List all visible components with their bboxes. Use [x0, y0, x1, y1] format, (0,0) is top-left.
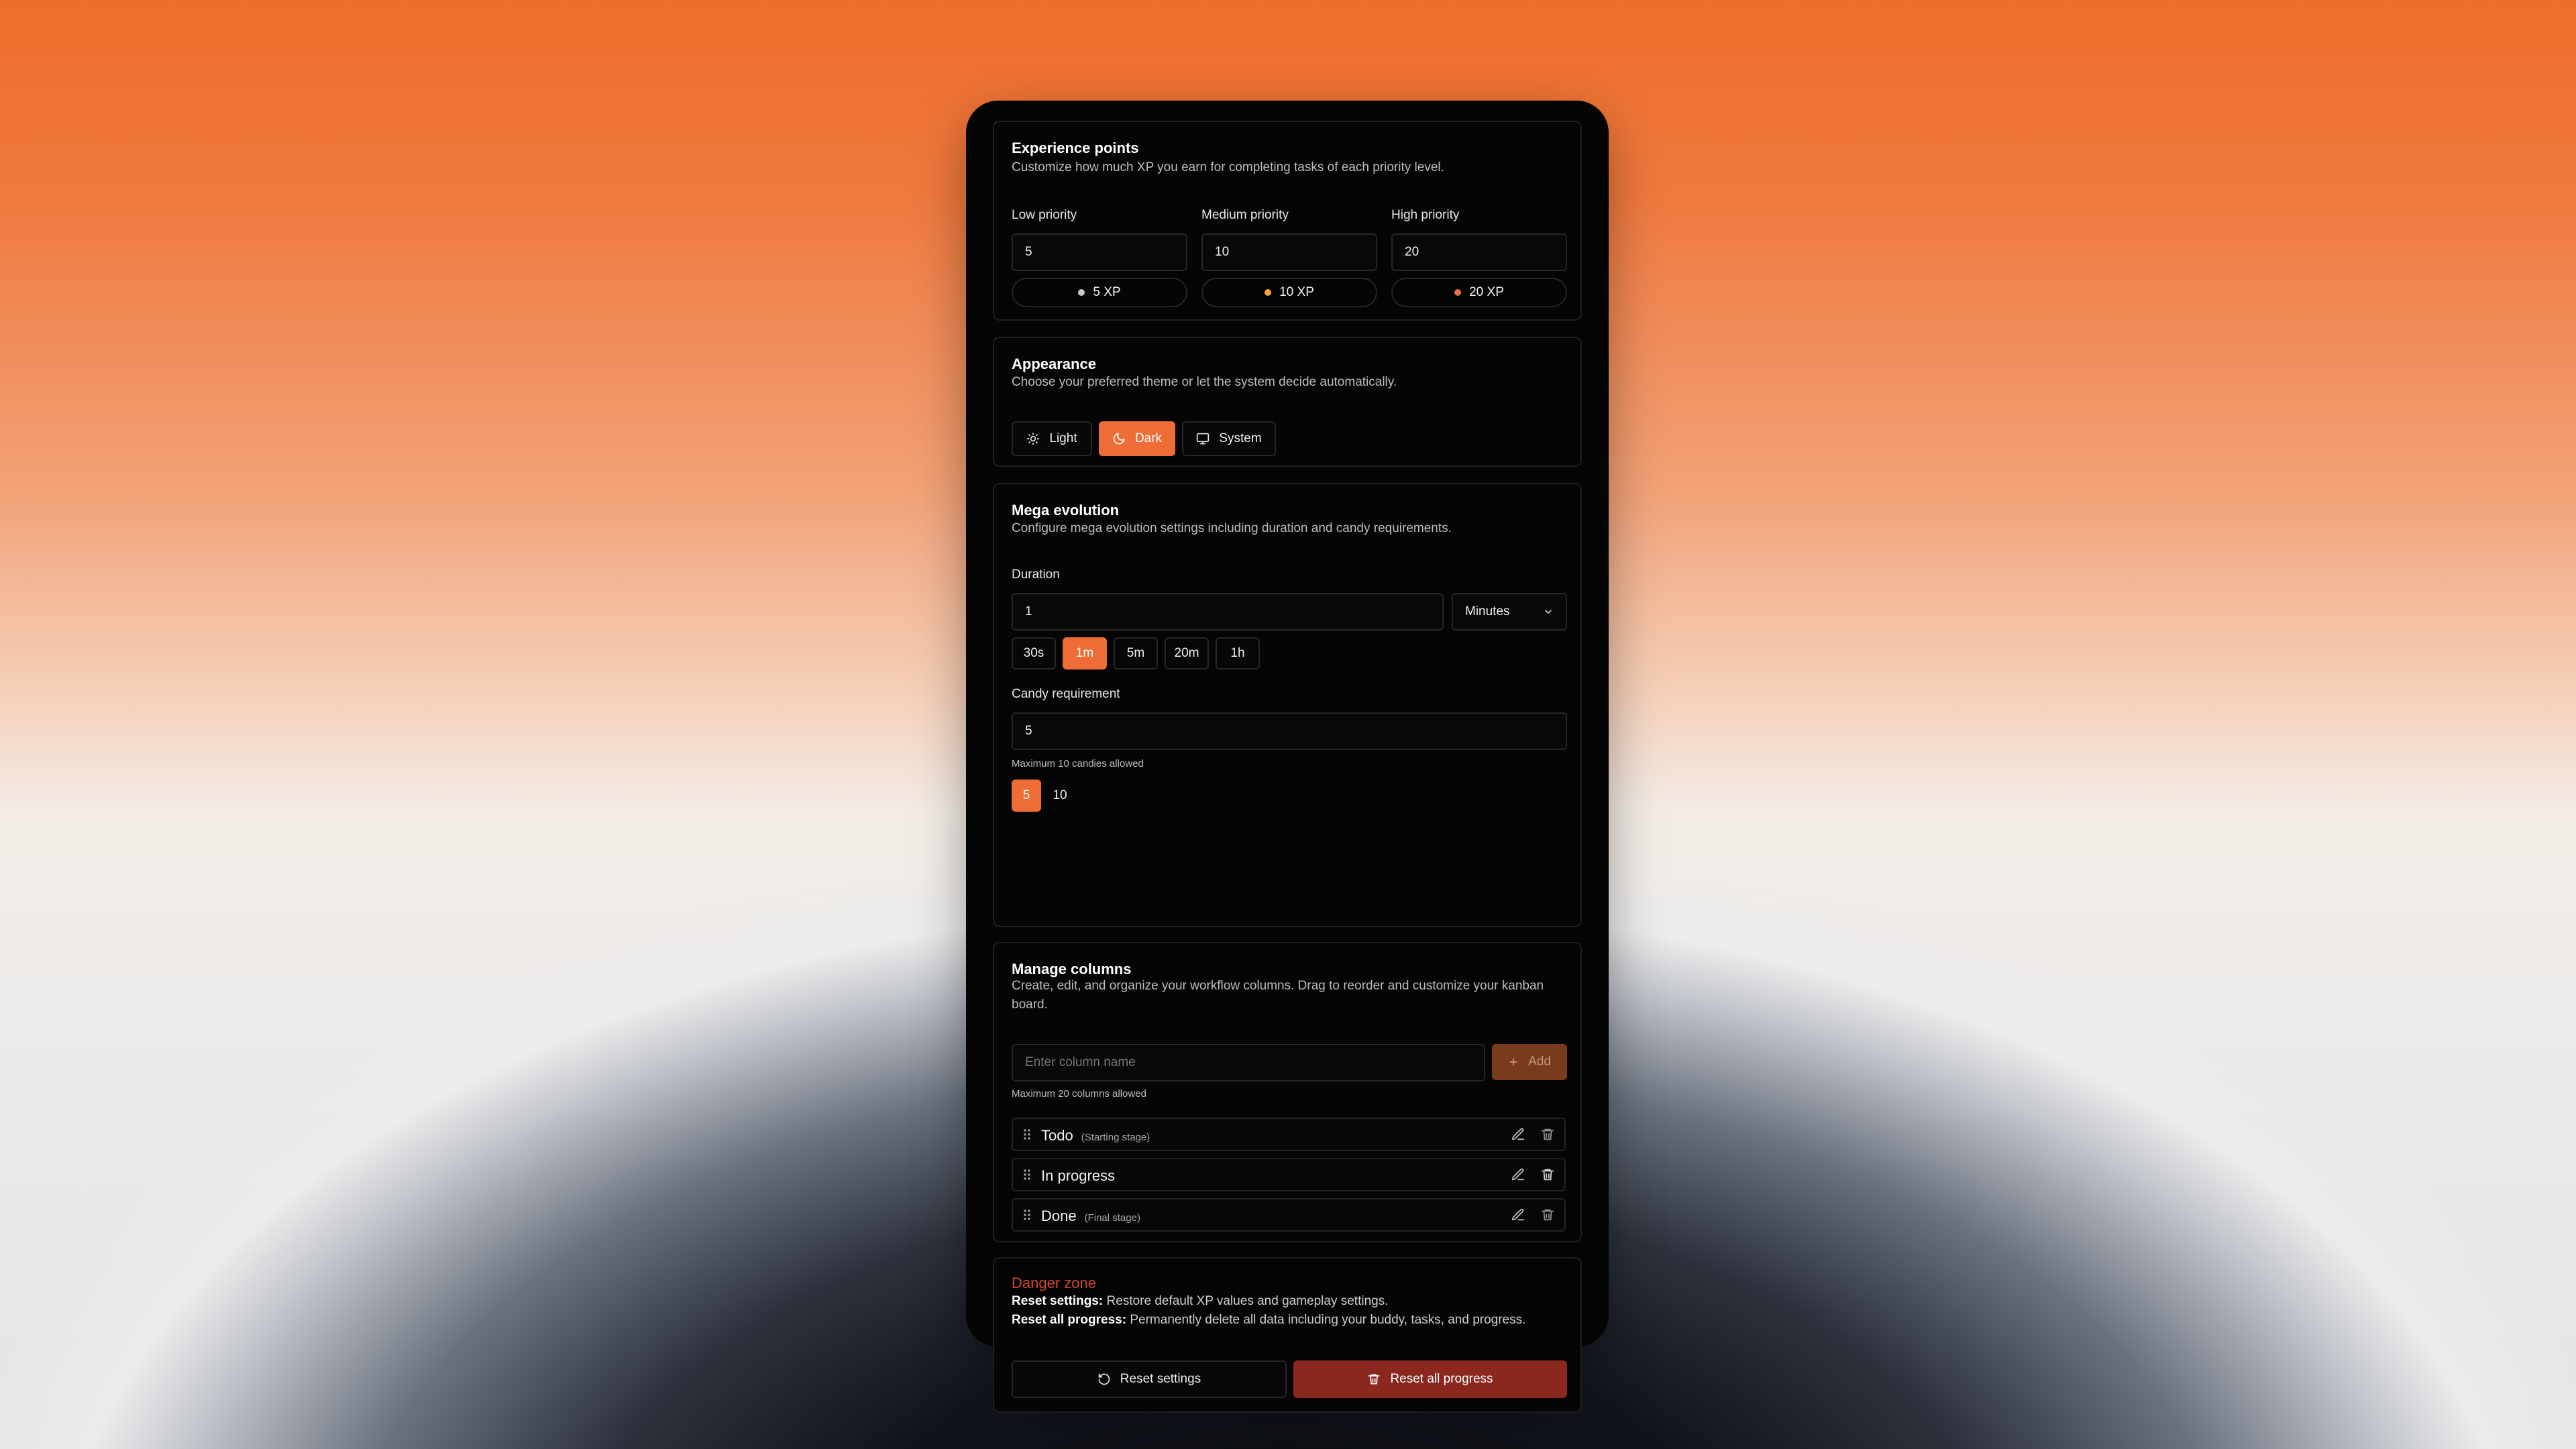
medium-xp-label: 10 XP — [1279, 285, 1314, 299]
rotate-ccw-icon — [1097, 1373, 1111, 1386]
column-row-done[interactable]: Done (Final stage) — [1012, 1198, 1566, 1232]
experience-title: Experience points — [1012, 140, 1139, 156]
column-row-in-progress[interactable]: In progress — [1012, 1158, 1566, 1191]
candy-hint: Maximum 10 candies allowed — [1012, 758, 1144, 769]
column-name-input[interactable] — [1012, 1044, 1485, 1081]
duration-preset-20m[interactable]: 20m — [1165, 637, 1209, 669]
sun-icon — [1026, 432, 1040, 445]
trash-icon — [1367, 1373, 1381, 1386]
columns-description: Create, edit, and organize your workflow… — [1012, 979, 1544, 1012]
experience-description: Customize how much XP you earn for compl… — [1012, 160, 1444, 174]
high-xp-dot — [1454, 289, 1462, 296]
candy-label: Candy requirement — [1012, 687, 1120, 701]
pencil-icon[interactable] — [1511, 1167, 1525, 1182]
danger-title: Danger zone — [1012, 1275, 1096, 1291]
column-name-text: Todo — [1041, 1127, 1073, 1144]
drag-handle-icon[interactable] — [1022, 1167, 1032, 1182]
theme-dark-label: Dark — [1134, 431, 1163, 445]
pencil-icon[interactable] — [1511, 1127, 1525, 1142]
column-name-text: In progress — [1041, 1167, 1116, 1184]
reset-settings-description: Reset settings: Restore default XP value… — [1012, 1292, 1389, 1311]
trash-icon[interactable] — [1540, 1127, 1555, 1142]
duration-preset-1h[interactable]: 1h — [1216, 637, 1260, 669]
pencil-icon[interactable] — [1511, 1208, 1525, 1222]
manage-columns-card: Manage columns Create, edit, and organiz… — [993, 942, 1582, 1242]
plus-icon — [1508, 1057, 1519, 1067]
column-name: In progress — [1041, 1167, 1123, 1185]
duration-preset-5m[interactable]: 5m — [1114, 637, 1158, 669]
duration-unit-value: Minutes — [1465, 604, 1510, 619]
reset-all-text: Permanently delete all data including yo… — [1126, 1313, 1526, 1327]
high-priority-input[interactable]: 20 — [1391, 233, 1567, 271]
duration-unit-select[interactable]: Minutes — [1452, 593, 1567, 631]
reset-all-progress-button[interactable]: Reset all progress — [1293, 1360, 1567, 1398]
column-row-todo[interactable]: Todo (Starting stage) — [1012, 1118, 1566, 1151]
medium-xp-badge: 10 XP — [1201, 278, 1377, 307]
reset-settings-term: Reset settings: — [1012, 1294, 1104, 1308]
mega-evolution-card: Mega evolution Configure mega evolution … — [993, 483, 1582, 927]
low-xp-dot — [1078, 289, 1085, 296]
theme-system-label: System — [1219, 431, 1262, 445]
monitor-icon — [1196, 432, 1210, 445]
medium-priority-label: Medium priority — [1201, 208, 1289, 222]
appearance-title: Appearance — [1012, 356, 1096, 372]
theme-system-button[interactable]: System — [1182, 421, 1276, 456]
add-column-button[interactable]: Add — [1492, 1044, 1567, 1080]
danger-zone-card: Danger zone Reset settings: Restore defa… — [993, 1257, 1582, 1413]
reset-all-progress-label: Reset all progress — [1390, 1372, 1493, 1386]
column-name: Todo (Starting stage) — [1041, 1127, 1150, 1144]
trash-icon[interactable] — [1540, 1208, 1555, 1222]
appearance-description: Choose your preferred theme or let the s… — [1012, 375, 1397, 389]
duration-preset-30s[interactable]: 30s — [1012, 637, 1056, 669]
drag-handle-icon[interactable] — [1022, 1127, 1032, 1142]
reset-settings-text: Restore default XP values and gameplay s… — [1103, 1294, 1389, 1308]
candy-preset-10[interactable]: 10 — [1045, 780, 1075, 812]
add-column-label: Add — [1528, 1055, 1551, 1069]
candy-preset-5[interactable]: 5 — [1012, 780, 1041, 812]
candy-input[interactable]: 5 — [1012, 712, 1567, 750]
column-note: (Final stage) — [1084, 1212, 1140, 1224]
low-xp-label: 5 XP — [1093, 285, 1121, 299]
high-xp-badge: 20 XP — [1391, 278, 1567, 307]
reset-settings-label: Reset settings — [1120, 1372, 1201, 1386]
low-priority-input[interactable]: 5 — [1012, 233, 1187, 271]
column-note: (Starting stage) — [1081, 1132, 1150, 1143]
reset-all-description: Reset all progress: Permanently delete a… — [1012, 1311, 1525, 1330]
chevron-down-icon — [1543, 606, 1554, 617]
settings-panel: Experience points Customize how much XP … — [966, 101, 1609, 1413]
medium-priority-input[interactable]: 10 — [1201, 233, 1377, 271]
low-priority-label: Low priority — [1012, 208, 1077, 222]
theme-light-label: Light — [1049, 431, 1077, 445]
theme-light-button[interactable]: Light — [1012, 421, 1092, 456]
column-name-text: Done — [1041, 1208, 1077, 1224]
theme-dark-button[interactable]: Dark — [1099, 421, 1175, 456]
moon-icon — [1112, 432, 1126, 445]
duration-preset-1m[interactable]: 1m — [1063, 637, 1107, 669]
high-priority-label: High priority — [1391, 208, 1460, 222]
appearance-card: Appearance Choose your preferred theme o… — [993, 337, 1582, 467]
reset-settings-button[interactable]: Reset settings — [1012, 1360, 1287, 1398]
drag-handle-icon[interactable] — [1022, 1208, 1032, 1222]
reset-all-term: Reset all progress: — [1012, 1313, 1127, 1327]
duration-input[interactable]: 1 — [1012, 593, 1444, 631]
experience-points-card: Experience points Customize how much XP … — [993, 121, 1582, 321]
columns-hint: Maximum 20 columns allowed — [1012, 1088, 1146, 1099]
column-name: Done (Final stage) — [1041, 1208, 1140, 1225]
columns-title: Manage columns — [1012, 961, 1132, 977]
duration-label: Duration — [1012, 568, 1060, 582]
high-xp-label: 20 XP — [1469, 285, 1504, 299]
medium-xp-dot — [1265, 289, 1272, 296]
trash-icon[interactable] — [1540, 1167, 1555, 1182]
mega-description: Configure mega evolution settings includ… — [1012, 521, 1452, 535]
mega-title: Mega evolution — [1012, 502, 1120, 519]
low-xp-badge: 5 XP — [1012, 278, 1187, 307]
